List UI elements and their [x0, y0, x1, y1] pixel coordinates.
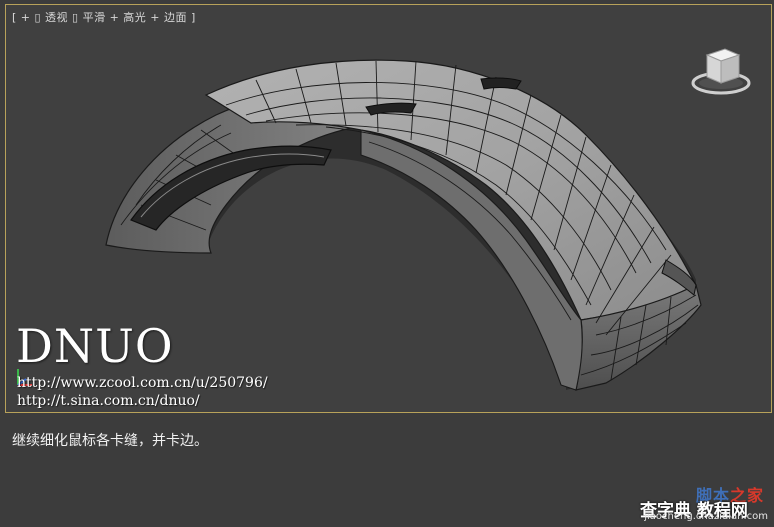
tutorial-caption: 继续细化鼠标各卡缝，并卡边。: [12, 433, 208, 449]
site-watermark-logo: 脚本之家 查字典 教程网 jiaocheng.chazidian.com: [640, 480, 772, 524]
3d-viewport[interactable]: [ + ▯ 透视 ▯ 平滑 + 高光 + 边面 ] DNUO http://ww…: [5, 4, 772, 413]
viewcube-icon[interactable]: [689, 41, 753, 101]
watermark-url-zcool: http://www.zcool.com.cn/u/250796/: [17, 375, 268, 391]
site-logo-url: jiaocheng.chazidian.com: [644, 511, 768, 522]
watermark-url-sina: http://t.sina.com.cn/dnuo/: [17, 393, 200, 409]
watermark-title: DNUO: [16, 319, 174, 373]
